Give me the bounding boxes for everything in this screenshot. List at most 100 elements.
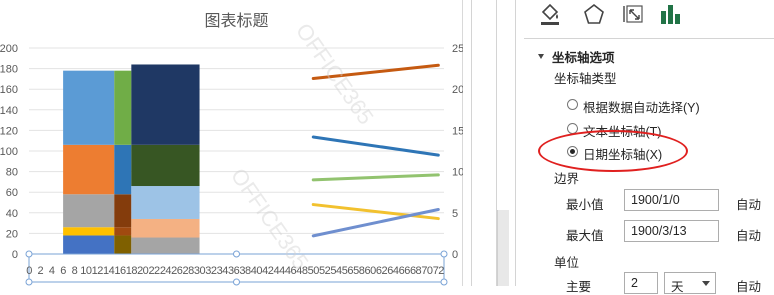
major-unit-select[interactable]: 天 — [664, 272, 716, 294]
y2-tick-label: 5 — [452, 208, 458, 220]
pane-divider — [524, 38, 774, 39]
bar-segment — [131, 144, 200, 187]
x-tick-label: 56 — [342, 265, 354, 277]
y-tick-label: 180 — [0, 64, 18, 76]
x-tick-label: 32 — [205, 265, 217, 277]
y-tick-label: 0 — [12, 249, 18, 261]
max-auto-button[interactable]: 自动 — [736, 225, 761, 244]
x-tick-label: 64 — [387, 265, 399, 277]
x-tick-label: 22 — [148, 265, 160, 277]
x-tick-label: 42 — [262, 265, 274, 277]
bar-segment — [131, 64, 200, 145]
pane-tabbar — [516, 0, 774, 36]
bar-segment — [114, 194, 132, 228]
y2-tick-label: 25 — [452, 43, 463, 55]
x-tick-label: 18 — [126, 265, 138, 277]
bar-segment — [63, 144, 115, 195]
x-tick-label: 4 — [49, 265, 55, 277]
x-tick-label: 16 — [114, 265, 126, 277]
radio-auto-select[interactable] — [567, 99, 578, 110]
bar-segment — [114, 70, 132, 145]
x-tick-label: 50 — [308, 265, 320, 277]
axis-options-section-header[interactable]: 坐标轴选项 — [538, 47, 615, 66]
y-tick-label: 160 — [0, 84, 18, 96]
highlight-annotation — [538, 130, 688, 172]
bar-segment — [63, 194, 115, 228]
x-tick-label: 40 — [251, 265, 263, 277]
x-tick-label: 36 — [228, 265, 240, 277]
x-tick-label: 62 — [376, 265, 388, 277]
x-tick-label: 14 — [103, 265, 115, 277]
x-tick-label: 10 — [80, 265, 92, 277]
collapse-triangle-icon — [538, 54, 544, 59]
bounds-label: 边界 — [554, 172, 580, 186]
x-tick-label: 60 — [364, 265, 376, 277]
x-tick-label: 28 — [183, 265, 195, 277]
bar-segment — [114, 144, 132, 195]
bar-chart-icon — [658, 2, 682, 26]
bar-segment — [131, 186, 200, 219]
chart-plot[interactable]: 图表标题020406080100120140160180200051015202… — [0, 0, 463, 286]
axis-options-tab[interactable] — [656, 0, 684, 28]
y-tick-label: 80 — [6, 167, 18, 179]
x-tick-label: 12 — [92, 265, 104, 277]
x-tick-label: 30 — [194, 265, 206, 277]
bar-segment — [114, 227, 132, 236]
chart-title: 图表标题 — [204, 12, 268, 30]
y2-tick-label: 0 — [452, 249, 458, 261]
chevron-down-icon — [702, 281, 710, 286]
x-tick-label: 34 — [217, 265, 229, 277]
x-tick-label: 38 — [239, 265, 251, 277]
effects-tab[interactable] — [580, 0, 608, 28]
min-auto-button[interactable]: 自动 — [736, 194, 761, 213]
size-properties-icon — [622, 2, 646, 26]
bar-segment — [63, 227, 115, 236]
min-label: 最小值 — [566, 198, 604, 212]
x-tick-label: 8 — [72, 265, 78, 277]
radio-auto-select-label[interactable]: 根据数据自动选择(Y) — [583, 97, 700, 116]
y-tick-label: 40 — [6, 208, 18, 220]
size-properties-tab[interactable] — [620, 0, 648, 28]
y2-tick-label: 15 — [452, 125, 463, 137]
major-unit-value: 天 — [671, 280, 684, 294]
x-tick-label: 68 — [410, 265, 422, 277]
bar-segment — [131, 237, 200, 254]
y-tick-label: 140 — [0, 105, 18, 117]
x-tick-label: 54 — [330, 265, 342, 277]
pentagon-icon — [582, 2, 606, 26]
x-tick-label: 0 — [26, 265, 32, 277]
y-tick-label: 100 — [0, 146, 18, 158]
x-tick-label: 44 — [274, 265, 286, 277]
x-tick-label: 6 — [60, 265, 66, 277]
y-tick-label: 120 — [0, 125, 18, 137]
major-value-input[interactable]: 2 — [624, 272, 658, 294]
vertical-scrollbar[interactable] — [497, 210, 509, 286]
selection-handle — [440, 250, 448, 258]
max-value-input[interactable]: 1900/3/13 — [624, 220, 719, 242]
y-tick-label: 200 — [0, 43, 18, 55]
axis-type-label: 坐标轴类型 — [554, 72, 617, 86]
fill-line-tab[interactable] — [536, 0, 564, 28]
chart-area[interactable]: 图表标题 0 20 40 60 80 100 120 140 160 180 200 0 5 10 15 20 2… — [0, 0, 463, 286]
x-tick-label: 24 — [160, 265, 172, 277]
min-value-input[interactable]: 1900/1/0 — [624, 189, 719, 211]
watermark-text: OFFICE365 — [226, 164, 314, 274]
series-line — [311, 173, 440, 182]
x-tick-label: 2 — [38, 265, 44, 277]
column-gridline — [471, 0, 472, 286]
bar-segment — [63, 70, 115, 145]
selection-handle — [25, 250, 33, 258]
x-tick-label: 26 — [171, 265, 183, 277]
series-line — [311, 135, 440, 157]
x-tick-label: 70 — [421, 265, 433, 277]
y2-tick-label: 10 — [452, 167, 463, 179]
y2-tick-label: 20 — [452, 84, 463, 96]
paint-bucket-icon — [538, 2, 562, 26]
y-tick-label: 60 — [6, 187, 18, 199]
y-tick-label: 20 — [6, 228, 18, 240]
selection-handle — [440, 278, 448, 286]
x-tick-label: 66 — [399, 265, 411, 277]
selection-handle — [233, 250, 240, 258]
series-line — [311, 203, 440, 221]
bar-segment — [63, 235, 115, 254]
